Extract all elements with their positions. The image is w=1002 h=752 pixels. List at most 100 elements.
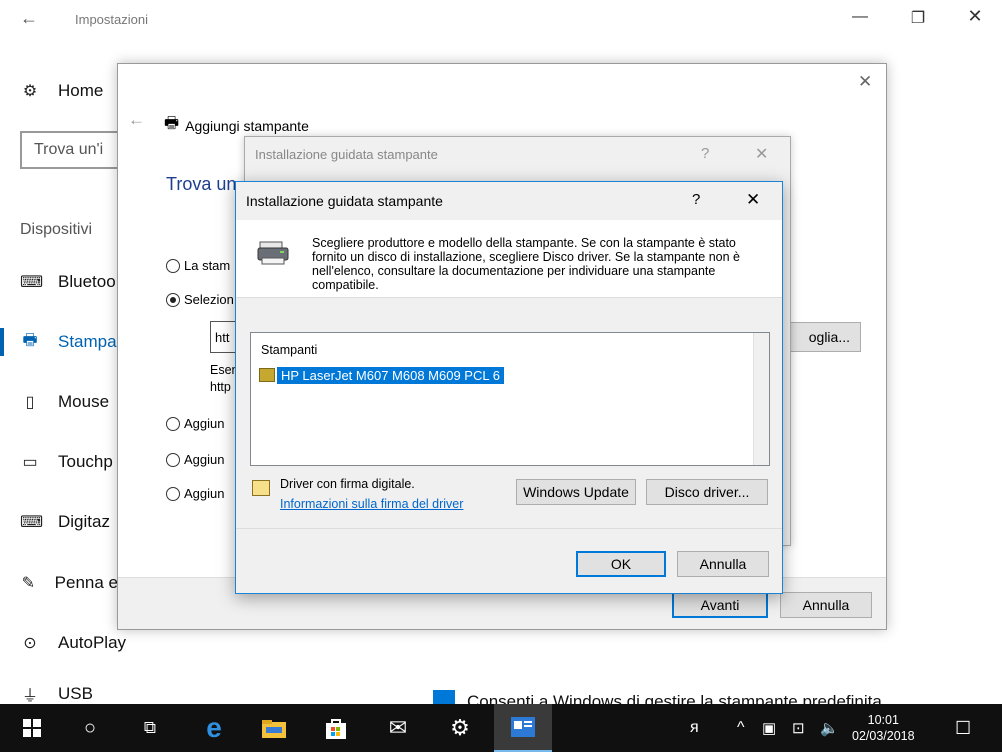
clock-time: 10:01 [867, 713, 899, 727]
windows-update-label: Windows Update [523, 484, 629, 500]
edge-browser-icon[interactable]: e [190, 704, 238, 752]
add-printer-back-button[interactable]: ← [128, 110, 145, 130]
nav-touchpad[interactable]: ▭ Touchp [0, 442, 118, 482]
wizard-header: Scegliere produttore e modello della sta… [236, 220, 782, 298]
windows-logo-icon [23, 719, 41, 737]
wizard-cancel-button[interactable]: Annulla [677, 551, 769, 577]
nav-touchpad-label: Touchp [58, 452, 113, 471]
clock[interactable]: 10:01 02/03/2018 [852, 704, 915, 752]
printer-icon: 🖶 [22, 331, 38, 349]
nav-mouse[interactable]: ▯ Mouse [0, 382, 118, 422]
default-printer-checkbox[interactable]: Consenti a Windows di gestire la stampan… [433, 690, 993, 704]
nav-usb[interactable]: ⏚ USB [0, 684, 118, 704]
minimize-button[interactable]: — [840, 8, 880, 26]
ok-button[interactable]: OK [576, 551, 666, 577]
disk-driver-label: Disco driver... [664, 484, 750, 500]
people-icon[interactable]: ᴙ [690, 704, 699, 752]
maximize-button[interactable]: ❐ [898, 8, 938, 28]
volume-icon[interactable]: 🔈 [820, 704, 839, 752]
nav-pen[interactable]: ✎ Penna e [0, 563, 118, 603]
close-button[interactable]: ✕ [955, 6, 995, 27]
wizard-back-help-button[interactable]: ? [701, 145, 709, 162]
browse-label: oglia... [808, 329, 850, 345]
checkbox-box [433, 690, 455, 704]
nav-typing-label: Digitaz [58, 512, 110, 531]
settings-search-input[interactable]: Trova un'i [20, 131, 118, 169]
next-button[interactable]: Avanti [672, 592, 768, 618]
disk-driver-button[interactable]: Disco driver... [646, 479, 768, 505]
signed-driver-text: Driver con firma digitale. [280, 477, 415, 491]
add-printer-title: Aggiungi stampante [185, 117, 309, 134]
usb-icon: ⏚ [21, 688, 38, 704]
file-explorer-icon[interactable] [250, 704, 298, 752]
add-printer-close-button[interactable]: ✕ [858, 72, 872, 92]
mail-icon[interactable]: ✉ [374, 704, 422, 752]
nav-pen-label: Penna e [54, 573, 118, 592]
store-icon[interactable] [312, 704, 360, 752]
option-radio-2[interactable]: Selezion [166, 292, 234, 307]
nav-mouse-label: Mouse [58, 392, 110, 411]
active-app-icon[interactable] [494, 704, 552, 752]
printer-icon: 🖶 [164, 115, 180, 132]
nav-printers[interactable]: 🖶 Stampa [0, 322, 118, 362]
wizard-description: Scegliere produttore e modello della sta… [312, 236, 741, 292]
printer-item-label: HP LaserJet M607 M608 M609 PCL 6 [277, 366, 504, 384]
cortana-search-icon[interactable]: ○ [66, 704, 114, 752]
printer-list-item[interactable]: HP LaserJet M607 M608 M609 PCL 6 [259, 365, 504, 385]
bluetooth-keyboard-icon: ⌨ [20, 274, 44, 291]
option-label: Selezion [184, 292, 234, 307]
option-radio-1[interactable]: La stam [166, 258, 230, 273]
show-hidden-icons-icon[interactable]: ^ [737, 704, 745, 752]
task-view-icon[interactable]: ⧉ [126, 704, 174, 752]
nav-typing[interactable]: ⌨ Digitaz [0, 502, 118, 542]
wizard-dialog: Installazione guidata stampante ? ✕ Sceg… [235, 181, 783, 594]
wizard-help-button[interactable]: ? [692, 191, 700, 208]
settings-window-title: Impostazioni [75, 12, 148, 27]
printer-wizard-icon [256, 240, 292, 266]
device-icon[interactable]: ▣ [762, 704, 776, 752]
windows-update-button[interactable]: Windows Update [516, 479, 636, 505]
network-icon[interactable]: ⊡ [792, 704, 805, 752]
nav-autoplay-label: AutoPlay [58, 633, 127, 652]
option-label: Aggiun [184, 486, 225, 501]
settings-back-button[interactable]: ← [20, 8, 38, 29]
nav-bluetooth-label: Bluetoo [58, 272, 116, 291]
driver-signing-link[interactable]: Informazioni sulla firma del driver [280, 497, 463, 511]
url-input-value: htt [215, 330, 230, 345]
option-label: La stam [184, 258, 231, 273]
start-button[interactable] [8, 704, 56, 752]
add-printer-cancel-button[interactable]: Annulla [780, 592, 872, 618]
add-printer-title-row: 🖶 Aggiungi stampante [164, 112, 309, 139]
mouse-icon: ▯ [25, 394, 35, 411]
wizard-back-close-button[interactable]: ✕ [755, 144, 768, 164]
clock-date: 02/03/2018 [852, 729, 915, 743]
action-center-icon[interactable]: ☐ [955, 704, 971, 752]
option-radio-5[interactable]: Aggiun [166, 486, 224, 501]
default-printer-label: Consenti a Windows di gestire la stampan… [467, 692, 882, 704]
wizard-cancel-label: Annulla [699, 556, 747, 572]
autoplay-icon: ⊙ [23, 635, 37, 652]
radio-button [166, 258, 180, 273]
listbox-scrollbar[interactable] [753, 333, 769, 465]
settings-gear-icon[interactable]: ⚙ [436, 704, 484, 752]
add-printer-heading: Trova un [166, 174, 237, 194]
option-label: Aggiun [184, 452, 225, 467]
nav-printers-label: Stampa [58, 332, 117, 351]
touchpad-icon: ▭ [22, 454, 38, 471]
gear-icon: ⚙ [22, 83, 38, 100]
keyboard-icon: ⌨ [20, 514, 44, 531]
nav-home-label: Home [58, 81, 104, 100]
nav-home[interactable]: ⚙ Home [0, 71, 118, 111]
option-radio-4[interactable]: Aggiun [166, 452, 224, 467]
wizard-title: Installazione guidata stampante [246, 193, 443, 209]
wizard-separator [236, 528, 782, 529]
printer-listbox[interactable]: Stampanti HP LaserJet M607 M608 M609 PCL… [250, 332, 770, 466]
radio-button [166, 452, 180, 467]
wizard-close-button[interactable]: ✕ [746, 190, 760, 210]
nav-bluetooth[interactable]: ⌨ Bluetoo [0, 262, 118, 302]
option-radio-3[interactable]: Aggiun [166, 416, 224, 431]
taskbar: ○ ⧉ e ✉ ⚙ ᴙ ^ ▣ ⊡ 🔈 10:01 02/03/2018 ☐ [0, 704, 1002, 752]
section-label: Dispositivi [20, 221, 93, 238]
pen-icon: ✎ [21, 575, 36, 592]
radio-button [166, 416, 180, 431]
